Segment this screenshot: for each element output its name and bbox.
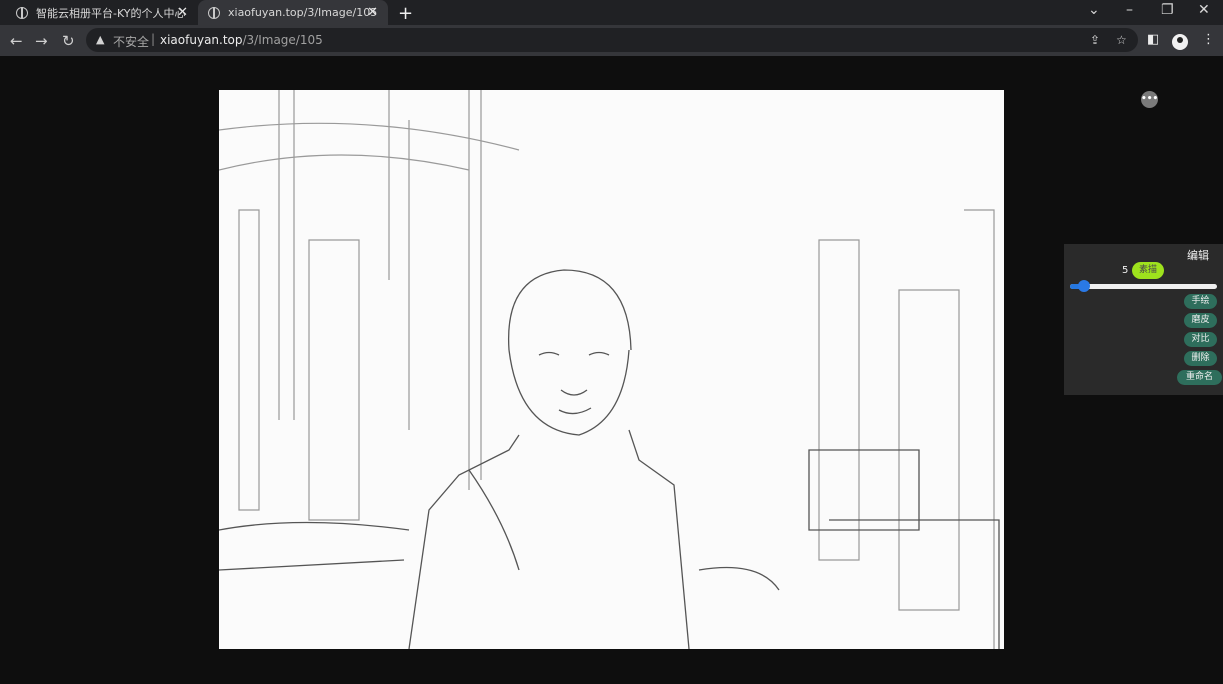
back-button[interactable]: ←	[10, 32, 23, 50]
profile-avatar-icon[interactable]	[1172, 34, 1188, 50]
url-text: xiaofuyan.top/3/Image/105	[160, 33, 323, 47]
tab-search-icon[interactable]: ⌄	[1088, 2, 1100, 18]
side-panel-icon[interactable]: ◧	[1147, 32, 1159, 47]
sketch-drawing	[219, 90, 1000, 649]
tab-image[interactable]: xiaofuyan.top/3/Image/105 ✕	[198, 0, 388, 25]
tab-title: 智能云相册平台-KY的个人中心	[36, 6, 186, 20]
edit-panel-title: 编辑	[1187, 249, 1209, 262]
forward-button[interactable]: →	[35, 32, 48, 50]
minimize-button[interactable]: –	[1126, 2, 1133, 18]
url-separator: |	[151, 32, 156, 46]
bookmark-star-icon[interactable]: ☆	[1116, 33, 1127, 47]
filter-contrast-button[interactable]: 对比	[1184, 332, 1217, 347]
filter-smooth-skin-button[interactable]: 磨皮	[1184, 313, 1217, 328]
address-bar: ← → ↻ ▲ 不安全 | xiaofuyan.top/3/Image/105 …	[0, 25, 1223, 56]
globe-icon	[16, 6, 28, 19]
browser-menu-icon[interactable]: ⋮	[1202, 32, 1215, 47]
new-tab-button[interactable]: +	[398, 3, 413, 24]
edit-panel: 编辑 5 素描 手绘 磨皮 对比 删除 重命名	[1064, 244, 1223, 395]
slider-thumb[interactable]	[1078, 280, 1090, 292]
close-window-button[interactable]: ✕	[1198, 2, 1210, 18]
filter-hand-drawn-button[interactable]: 手绘	[1184, 294, 1217, 309]
close-icon[interactable]: ✕	[367, 5, 378, 20]
url-host: xiaofuyan.top	[160, 33, 243, 47]
slider-track	[1070, 284, 1217, 289]
intensity-slider[interactable]	[1070, 280, 1217, 292]
close-icon[interactable]: ✕	[177, 5, 188, 20]
url-path: /3/Image/105	[242, 33, 323, 47]
filter-sketch-button[interactable]: 素描	[1132, 262, 1164, 279]
slider-value: 5	[1122, 265, 1129, 276]
warning-icon[interactable]: ▲	[96, 33, 104, 46]
rename-button[interactable]: 重命名	[1177, 370, 1222, 385]
sketch-image	[219, 90, 1004, 649]
url-input[interactable]: ▲ 不安全 | xiaofuyan.top/3/Image/105 ⇪ ☆	[86, 28, 1138, 52]
delete-button[interactable]: 删除	[1184, 351, 1217, 366]
globe-icon	[208, 6, 220, 19]
tab-title: xiaofuyan.top/3/Image/105	[228, 6, 378, 19]
browser-tabbar: 智能云相册平台-KY的个人中心 ✕ xiaofuyan.top/3/Image/…	[0, 0, 1223, 25]
security-label[interactable]: 不安全	[113, 33, 149, 50]
restore-button[interactable]: ❐	[1161, 2, 1174, 18]
tab-personal-center[interactable]: 智能云相册平台-KY的个人中心 ✕	[0, 0, 198, 25]
reload-button[interactable]: ↻	[62, 32, 75, 50]
more-options-button[interactable]: •••	[1141, 91, 1158, 108]
share-icon[interactable]: ⇪	[1090, 33, 1100, 47]
